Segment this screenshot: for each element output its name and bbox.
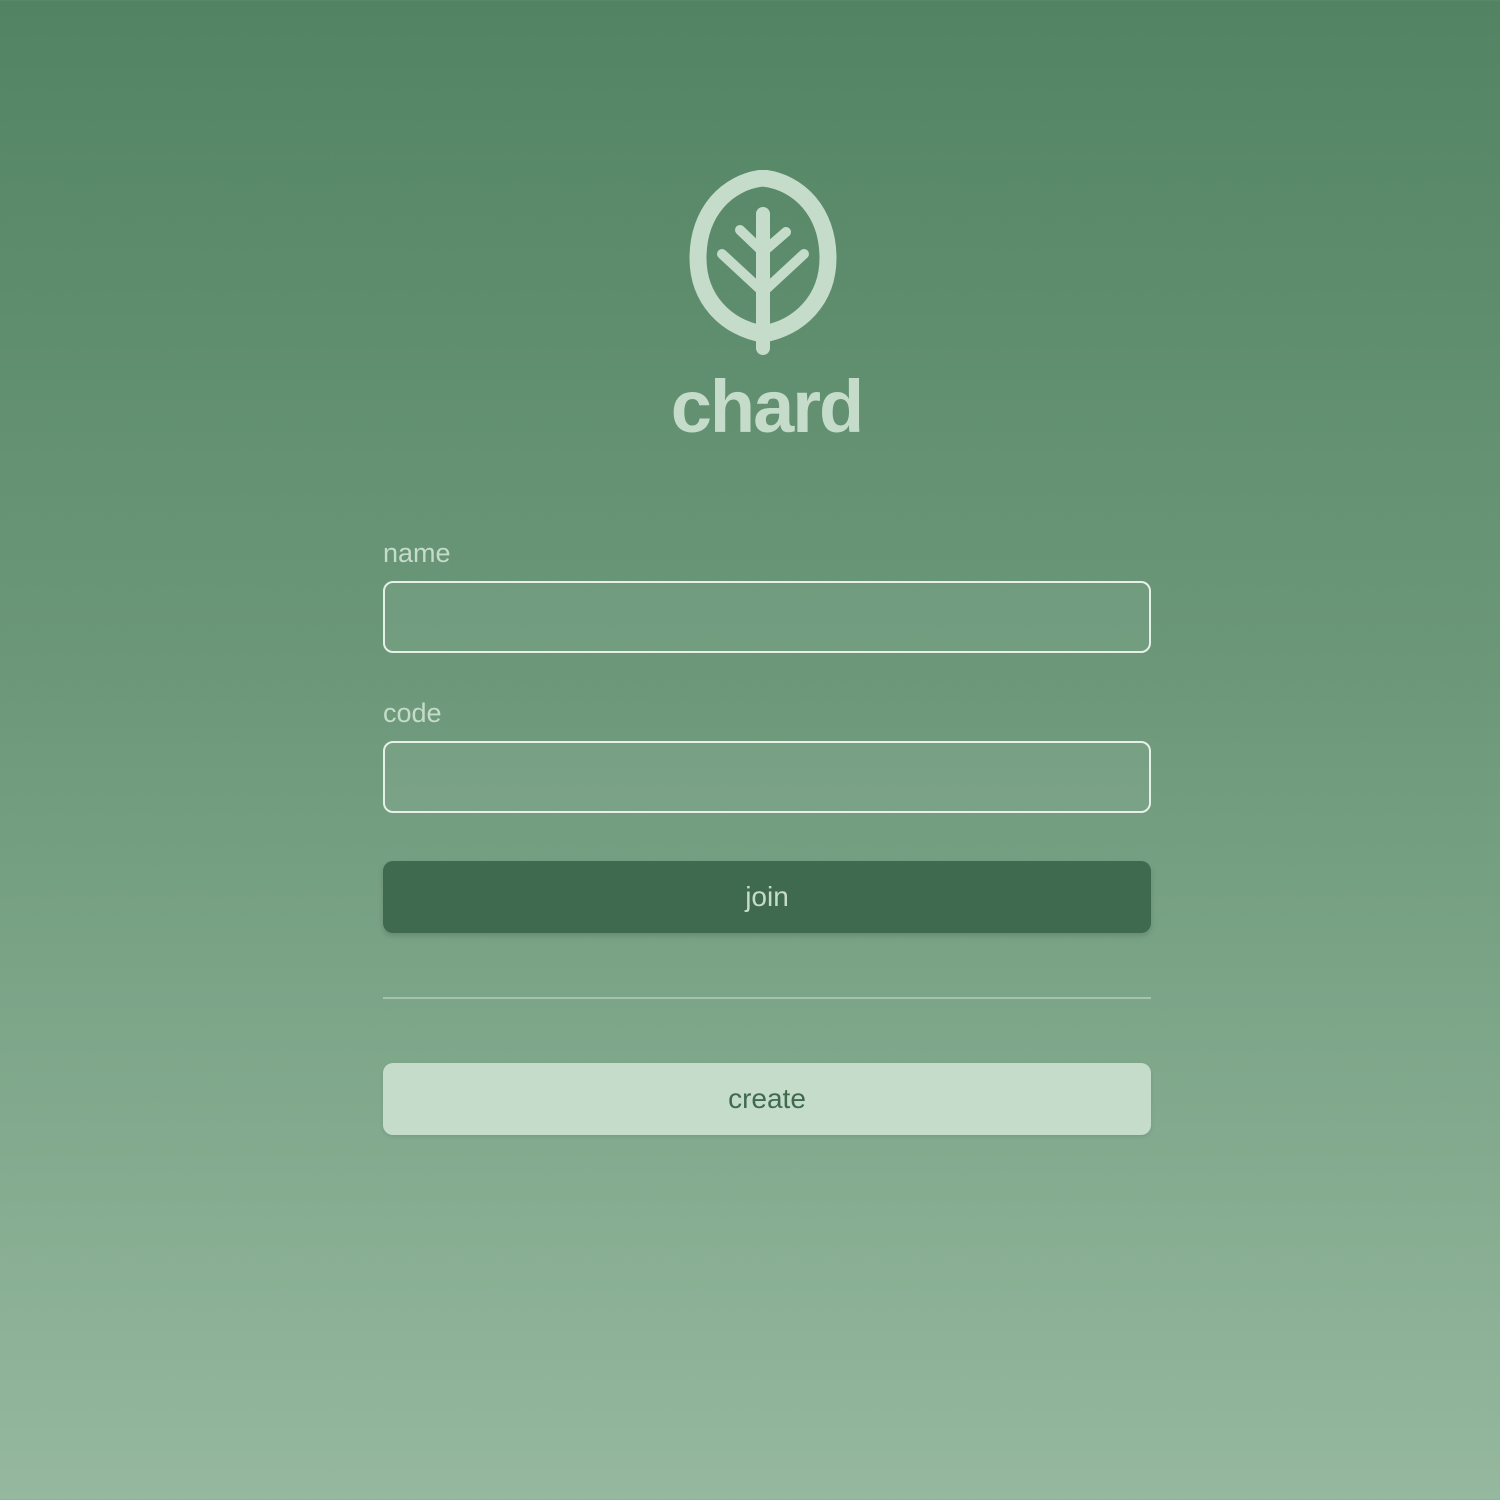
leaf-icon xyxy=(689,169,837,360)
code-label: code xyxy=(383,698,442,728)
create-button[interactable]: create xyxy=(383,1063,1151,1135)
divider xyxy=(383,997,1151,999)
brand-name: chard xyxy=(670,365,865,448)
code-input[interactable] xyxy=(383,741,1151,813)
join-form: name code join create xyxy=(383,535,1151,1135)
join-button[interactable]: join xyxy=(383,861,1151,933)
name-input[interactable] xyxy=(383,581,1151,653)
name-label: name xyxy=(383,538,451,568)
